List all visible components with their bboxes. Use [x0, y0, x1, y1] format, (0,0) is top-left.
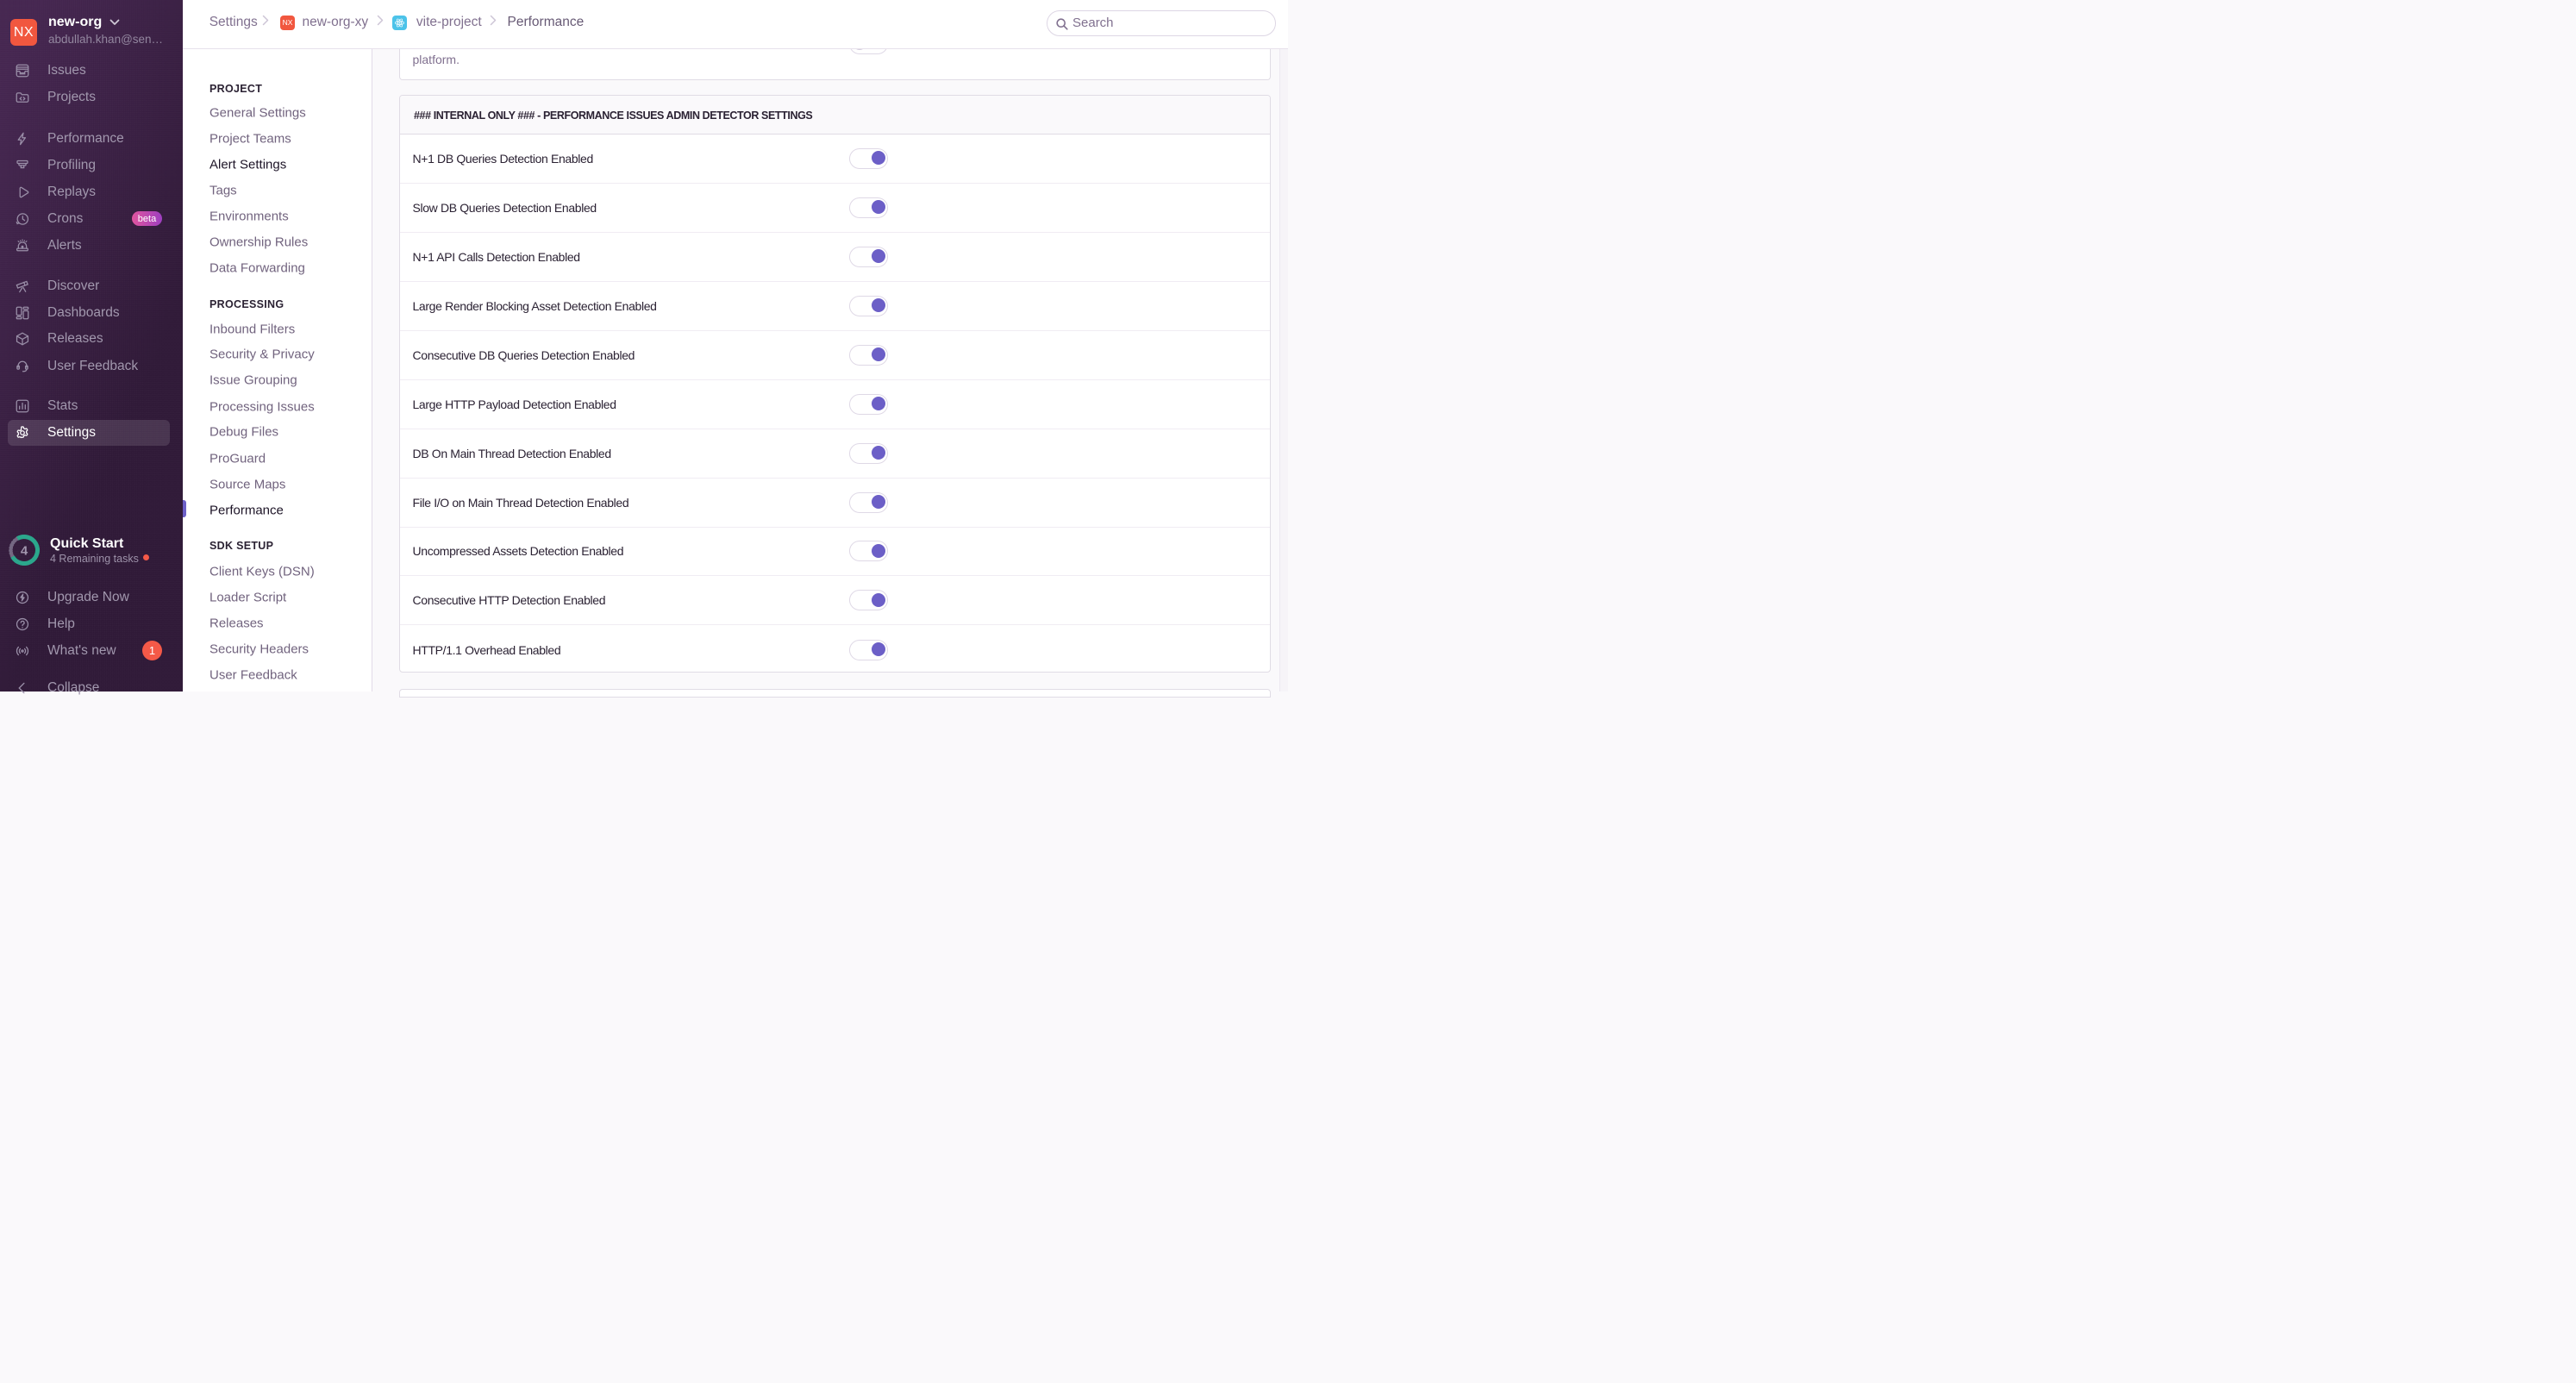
svg-text:4: 4 — [21, 543, 28, 558]
